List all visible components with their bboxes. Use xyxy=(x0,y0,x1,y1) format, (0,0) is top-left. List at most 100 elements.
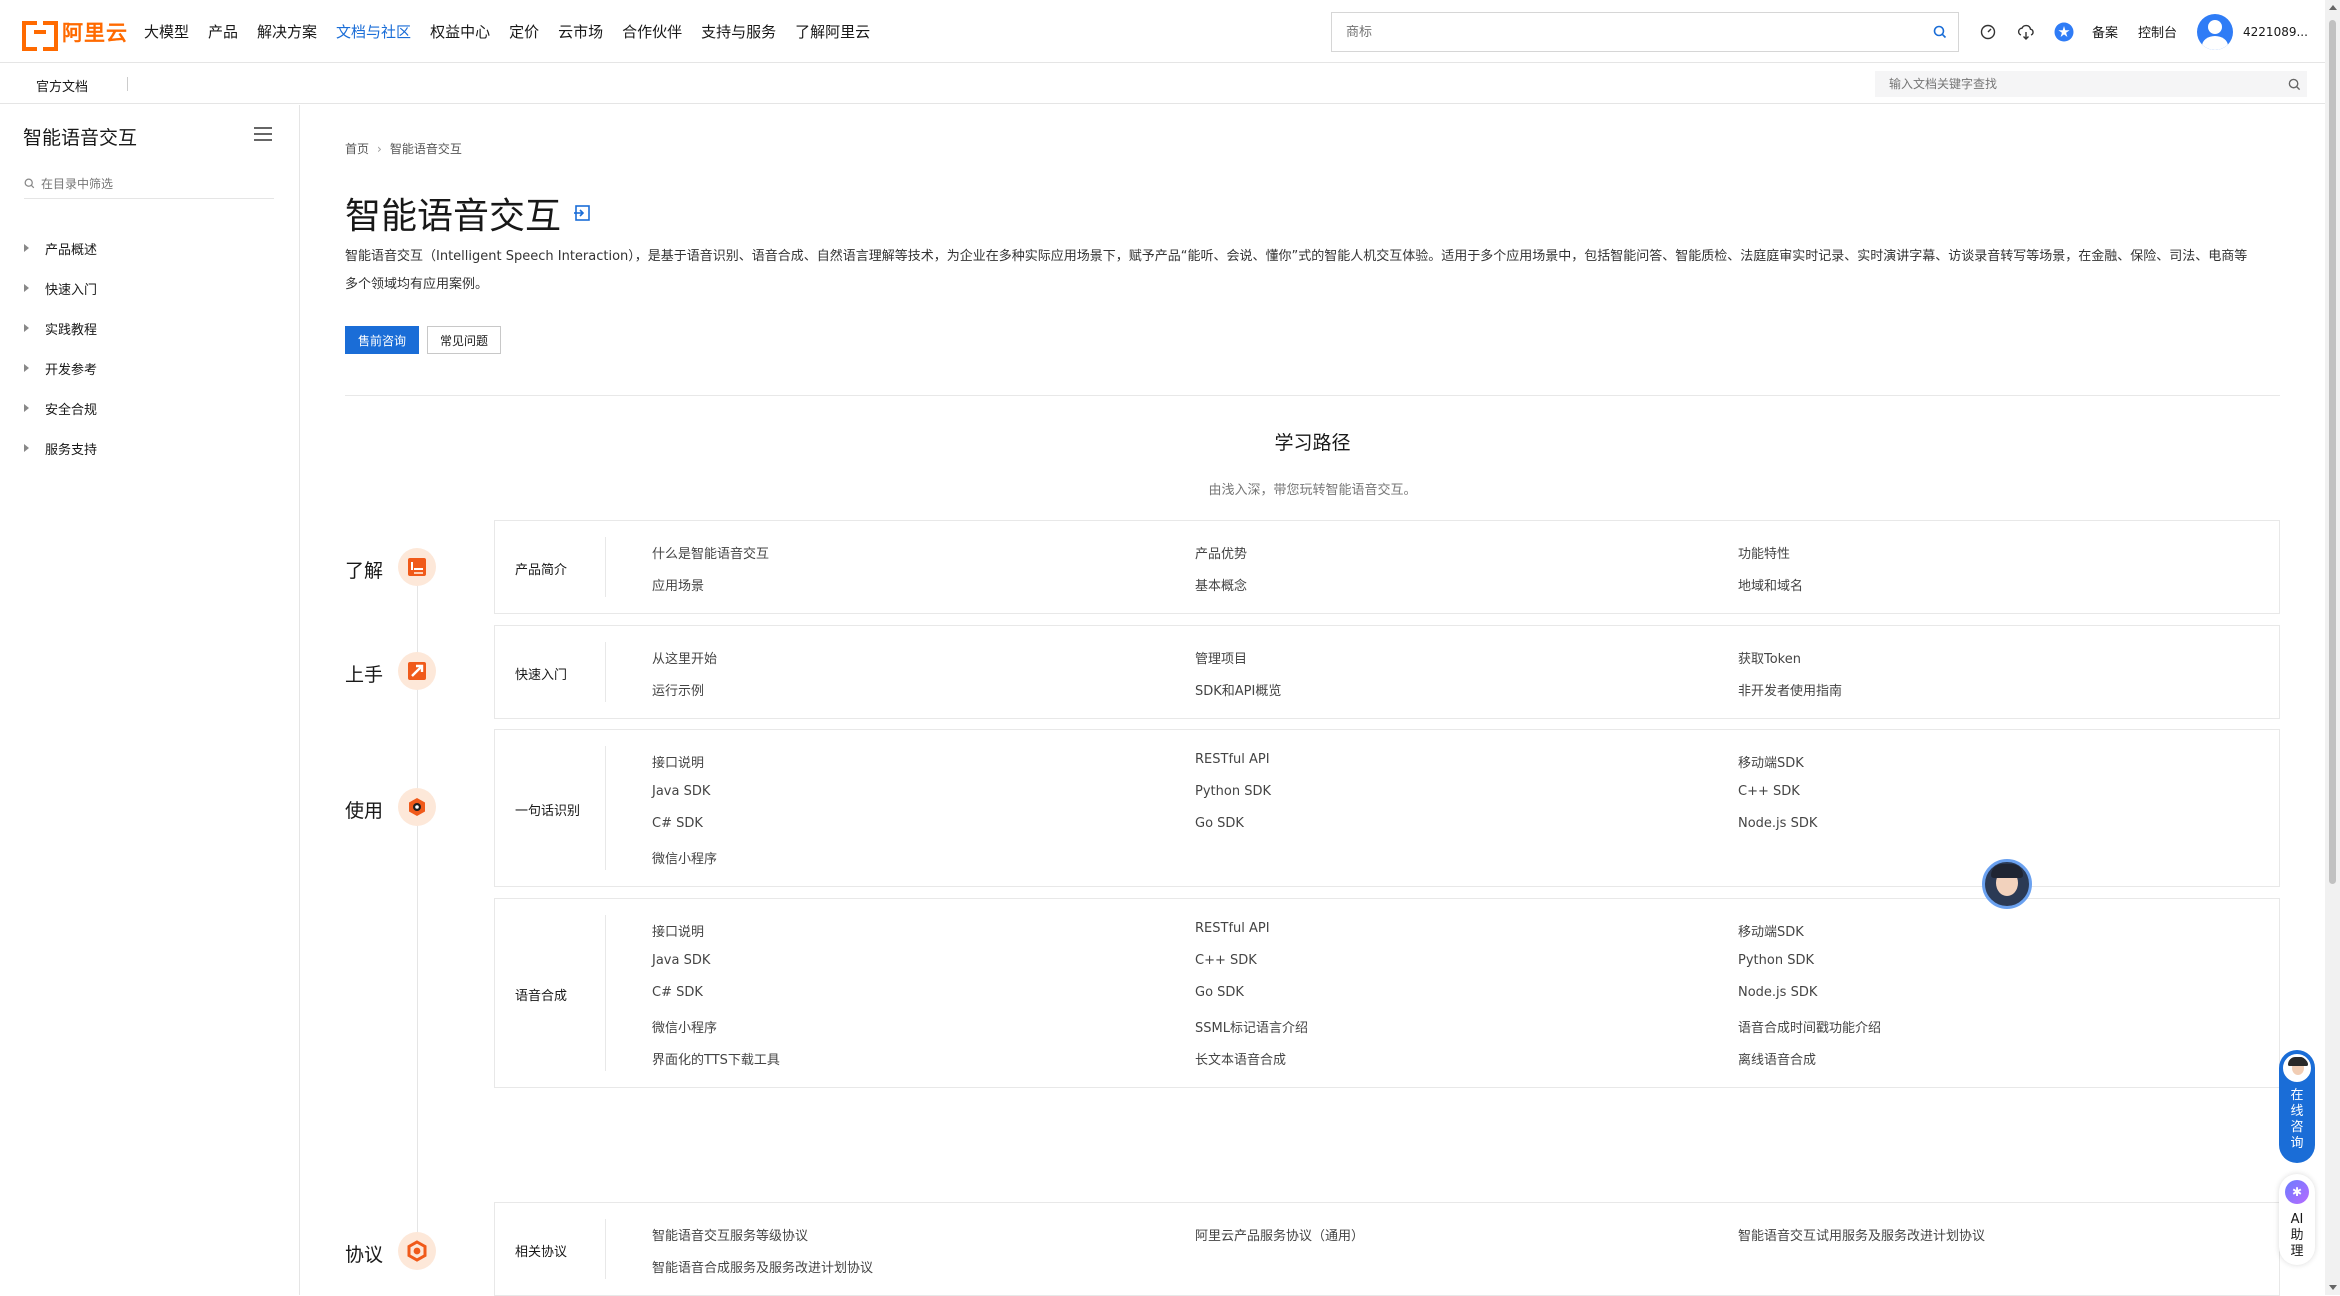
learning-path-title: 学习路径 xyxy=(1274,432,1351,454)
doc-link[interactable]: C++ SDK xyxy=(1195,953,1257,968)
dashboard-icon[interactable] xyxy=(1978,22,1998,42)
doc-link[interactable]: Go SDK xyxy=(1195,816,1244,831)
user-id[interactable]: 4221089... xyxy=(2243,25,2308,39)
user-avatar[interactable] xyxy=(2197,13,2234,50)
assistant-avatar[interactable] xyxy=(1982,859,2032,909)
doc-link[interactable]: 获取Token xyxy=(1738,648,1801,667)
top-navbar: 阿里云 大模型 产品 解决方案 文档与社区 权益中心 定价 云市场 合作伙伴 支持与服务 了解阿里… xyxy=(0,0,2325,63)
doc-link[interactable]: C++ SDK xyxy=(1738,784,1800,799)
doc-link[interactable]: 基本概念 xyxy=(1195,575,1247,594)
doc-link[interactable]: Node.js SDK xyxy=(1738,985,1817,1000)
nav-item[interactable]: 解决方案 xyxy=(257,21,317,42)
doc-link[interactable]: C# SDK xyxy=(652,985,703,1000)
doc-link[interactable]: 智能语音交互试用服务及服务改进计划协议 xyxy=(1738,1225,1985,1244)
card-category-label: 相关协议 xyxy=(515,1245,568,1260)
doc-link[interactable]: Python SDK xyxy=(1195,784,1271,799)
cloud-download-icon[interactable] xyxy=(2016,22,2036,42)
nav-item[interactable]: 合作伙伴 xyxy=(622,21,682,42)
doc-link[interactable]: 智能语音交互服务等级协议 xyxy=(652,1225,808,1244)
ai-label: AI助理 xyxy=(2290,1212,2304,1259)
doc-link[interactable]: Python SDK xyxy=(1738,953,1814,968)
sidebar-filter-input[interactable] xyxy=(41,176,261,191)
doc-link[interactable]: 从这里开始 xyxy=(652,648,717,667)
doc-link[interactable]: 应用场景 xyxy=(652,575,704,594)
doc-link[interactable]: SSML标记语言介绍 xyxy=(1195,1017,1308,1036)
book-icon xyxy=(398,548,436,586)
breadcrumb-home[interactable]: 首页 xyxy=(345,140,369,157)
doc-link[interactable]: Go SDK xyxy=(1195,985,1244,1000)
doc-link[interactable]: 界面化的TTS下载工具 xyxy=(652,1049,780,1068)
sidebar-item-label: 安全合规 xyxy=(45,402,98,418)
doc-link[interactable]: 离线语音合成 xyxy=(1738,1049,1816,1068)
presales-consult-button[interactable]: 售前咨询 xyxy=(345,326,420,354)
scrollbar-thumb[interactable] xyxy=(2329,20,2336,884)
sidebar-item-label: 开发参考 xyxy=(45,362,98,378)
main-nav: 大模型 产品 解决方案 文档与社区 权益中心 定价 云市场 合作伙伴 支持与服务 了解阿里云 xyxy=(144,0,889,63)
stage-label: 协议 xyxy=(345,1244,384,1266)
doc-link[interactable]: 产品优势 xyxy=(1195,543,1247,562)
nav-item[interactable]: 定价 xyxy=(509,21,539,42)
doc-link[interactable]: Java SDK xyxy=(652,953,710,968)
doc-link[interactable]: 什么是智能语音交互 xyxy=(652,543,769,562)
nav-item[interactable]: 大模型 xyxy=(144,21,189,42)
doc-search-input[interactable] xyxy=(1889,77,2281,91)
card-category-label: 产品简介 xyxy=(515,563,568,578)
doc-link[interactable]: SDK和API概览 xyxy=(1195,680,1281,699)
sidebar-item[interactable]: 安全合规 xyxy=(24,388,97,428)
doc-link[interactable]: 微信小程序 xyxy=(652,848,717,867)
faq-button[interactable]: 常见问题 xyxy=(427,326,502,354)
search-icon[interactable] xyxy=(1922,13,1958,51)
nav-item[interactable]: 了解阿里云 xyxy=(795,21,870,42)
online-consult-button[interactable]: 在线咨询 xyxy=(2279,1050,2315,1163)
console-link[interactable]: 控制台 xyxy=(2138,22,2177,41)
learning-card: 产品简介 什么是智能语音交互 产品优势 功能特性应用场景 基本概念 地域和域名 xyxy=(494,520,2280,614)
doc-link[interactable]: 地域和域名 xyxy=(1738,575,1803,594)
doc-link[interactable]: 接口说明 xyxy=(652,921,704,940)
enter-console-icon[interactable] xyxy=(573,204,591,222)
sidebar-item[interactable]: 产品概述 xyxy=(24,228,97,268)
sidebar-item[interactable]: 服务支持 xyxy=(24,428,97,468)
doc-link[interactable]: 功能特性 xyxy=(1738,543,1790,562)
doc-link[interactable]: 语音合成时间戳功能介绍 xyxy=(1738,1017,1881,1036)
breadcrumb-current[interactable]: 智能语音交互 xyxy=(390,140,462,157)
ai-assistant-button[interactable]: ✱ AI助理 xyxy=(2279,1174,2315,1265)
chevron-right-icon: › xyxy=(377,141,382,156)
page-scrollbar[interactable] xyxy=(2325,0,2340,1295)
doc-link[interactable]: 长文本语音合成 xyxy=(1195,1049,1286,1068)
official-docs-link[interactable]: 官方文档 xyxy=(36,76,88,95)
sidebar-item[interactable]: 快速入门 xyxy=(24,268,97,308)
sidebar-item[interactable]: 开发参考 xyxy=(24,348,97,388)
doc-link[interactable]: Node.js SDK xyxy=(1738,816,1817,831)
global-search-input[interactable] xyxy=(1346,24,1922,40)
product-description: 智能语音交互（Intelligent Speech Interaction），是… xyxy=(345,249,2248,292)
doc-link[interactable]: 智能语音合成服务及服务改进计划协议 xyxy=(652,1257,873,1276)
nav-item[interactable]: 文档与社区 xyxy=(336,21,411,42)
doc-link[interactable]: 运行示例 xyxy=(652,680,704,699)
menu-icon[interactable] xyxy=(254,127,272,141)
beian-link[interactable]: 备案 xyxy=(2092,22,2118,41)
doc-link[interactable]: 接口说明 xyxy=(652,752,704,771)
search-icon[interactable] xyxy=(2281,78,2307,91)
doc-link[interactable]: 微信小程序 xyxy=(652,1017,717,1036)
sidebar-item[interactable]: 实践教程 xyxy=(24,308,97,348)
doc-link[interactable]: 非开发者使用指南 xyxy=(1738,680,1842,699)
nav-item[interactable]: 云市场 xyxy=(558,21,603,42)
star-badge-icon[interactable] xyxy=(2054,22,2074,42)
doc-link[interactable]: C# SDK xyxy=(652,816,703,831)
aliyun-logo[interactable]: 阿里云 xyxy=(22,18,128,51)
nav-item[interactable]: 产品 xyxy=(208,21,238,42)
section-divider xyxy=(345,395,2280,396)
doc-link[interactable]: RESTful API xyxy=(1195,752,1270,767)
doc-link[interactable]: 管理项目 xyxy=(1195,648,1247,667)
doc-link[interactable]: Java SDK xyxy=(652,784,710,799)
scroll-up-icon[interactable] xyxy=(2329,5,2337,10)
nav-item[interactable]: 权益中心 xyxy=(430,21,490,42)
scroll-down-icon[interactable] xyxy=(2329,1285,2337,1290)
sidebar-filter xyxy=(24,169,274,199)
nav-item[interactable]: 支持与服务 xyxy=(701,21,776,42)
doc-link[interactable]: 移动端SDK xyxy=(1738,921,1804,940)
doc-link[interactable]: 移动端SDK xyxy=(1738,752,1804,771)
doc-link[interactable]: RESTful API xyxy=(1195,921,1270,936)
stage-label: 使用 xyxy=(345,800,384,822)
doc-link[interactable]: 阿里云产品服务协议（通用） xyxy=(1195,1225,1364,1244)
